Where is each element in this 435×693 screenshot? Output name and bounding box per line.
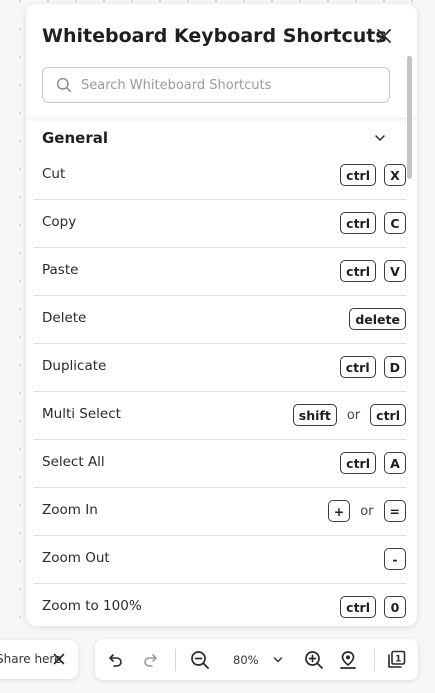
toolbar-divider [175, 649, 176, 671]
shortcut-row: Select All ctrl A [34, 440, 406, 488]
panel-title: Whiteboard Keyboard Shortcuts [42, 25, 387, 47]
shortcut-row: Zoom Out - [34, 536, 406, 584]
keycap: shift [292, 404, 337, 426]
key-separator: or [346, 407, 361, 423]
keycap: delete [349, 308, 406, 330]
shortcut-label: Zoom In [42, 502, 98, 518]
zoom-level-value: 80% [233, 652, 259, 667]
shortcut-keys: ctrl 0 [340, 596, 406, 618]
shortcut-list: General Cut ctrl X Copy ctrl C Paste ctrl V Delet… [26, 117, 417, 626]
shortcut-keys: ctrl A [340, 452, 406, 474]
keycap: C [384, 212, 406, 234]
key-separator: or [360, 503, 374, 519]
shortcut-row: Paste ctrl V [34, 248, 406, 296]
shortcut-keys: ctrl X [340, 164, 406, 186]
shortcut-label: Cut [42, 166, 66, 182]
shortcut-row: Cut ctrl X [34, 152, 406, 200]
bottom-toolbar: 80% 1 [95, 639, 418, 680]
section-title: General [42, 129, 108, 147]
close-icon [377, 29, 391, 43]
shortcut-rows: Cut ctrl X Copy ctrl C Paste ctrl V Delete delete D… [34, 152, 406, 626]
zoom-out-icon [191, 650, 209, 669]
shortcut-label: Multi Select [42, 406, 121, 422]
shortcut-label: Duplicate [42, 358, 107, 374]
keycap: 0 [384, 596, 406, 618]
search-field[interactable] [42, 67, 390, 103]
close-button[interactable] [372, 24, 396, 48]
keycap: ctrl [370, 404, 406, 426]
shortcut-row: Zoom In + or = [34, 488, 406, 536]
zoom-out-button[interactable] [186, 639, 214, 680]
shortcuts-panel: Whiteboard Keyboard Shortcuts General Cu… [26, 4, 417, 626]
shortcut-keys: - [384, 548, 406, 570]
keycap: ctrl [340, 164, 376, 186]
keycap: ctrl [340, 260, 376, 282]
keycap: - [384, 548, 406, 570]
shortcut-keys: ctrl C [340, 212, 406, 234]
shortcut-label: Copy [42, 214, 77, 230]
shortcut-label: Paste [42, 262, 79, 278]
toolbar-divider [374, 649, 375, 671]
shortcut-row: Delete delete [34, 296, 406, 344]
shortcut-row: Copy ctrl C [34, 200, 406, 248]
keycap: + [327, 500, 351, 522]
shortcut-label: Zoom to 100% [42, 598, 142, 614]
close-icon[interactable] [52, 652, 66, 666]
pages-count: 1 [395, 654, 401, 664]
zoom-in-icon [305, 650, 323, 669]
keycap: ctrl [340, 452, 376, 474]
scrollbar-thumb[interactable] [407, 56, 412, 179]
shortcut-row: Multi Select shift or ctrl [34, 392, 406, 440]
shortcut-keys: ctrl D [339, 356, 406, 378]
redo-icon [144, 653, 157, 667]
panel-header: Whiteboard Keyboard Shortcuts [26, 4, 417, 117]
scrollbar[interactable] [407, 56, 412, 626]
keycap: D [383, 356, 406, 378]
shortcut-keys: delete [349, 308, 406, 330]
keycap: ctrl [340, 212, 376, 234]
keycap: ctrl [339, 356, 376, 378]
pages-icon: 1 [388, 650, 406, 668]
redo-button[interactable] [137, 639, 163, 680]
shortcut-label: Zoom Out [42, 550, 110, 566]
search-input[interactable] [79, 76, 373, 94]
zoom-in-button[interactable] [300, 639, 328, 680]
keycap: = [383, 500, 406, 522]
keycap: A [384, 452, 406, 474]
pages-button[interactable]: 1 [382, 639, 410, 680]
shortcut-label: Delete [42, 310, 87, 326]
zoom-level-select[interactable]: 80% [233, 639, 283, 680]
shortcut-keys: ctrl V [340, 260, 406, 282]
shortcut-keys: shift or ctrl [292, 404, 406, 426]
keycap: X [384, 164, 406, 186]
chevron-down-icon [273, 656, 282, 662]
fit-to-screen-button[interactable] [334, 639, 362, 680]
shortcut-label: Select All [42, 454, 105, 470]
chevron-down-icon [375, 135, 385, 141]
keycap: ctrl [340, 596, 376, 618]
shortcut-keys: + or = [327, 500, 406, 522]
search-icon [56, 77, 72, 93]
undo-icon [109, 653, 122, 667]
keycap: V [384, 260, 406, 282]
shortcut-row: Duplicate ctrl D [34, 344, 406, 392]
location-pin-icon [340, 650, 356, 669]
undo-button[interactable] [103, 639, 129, 680]
share-hint: Share here [0, 640, 78, 679]
shortcut-row: Zoom to 100% ctrl 0 [34, 584, 406, 626]
